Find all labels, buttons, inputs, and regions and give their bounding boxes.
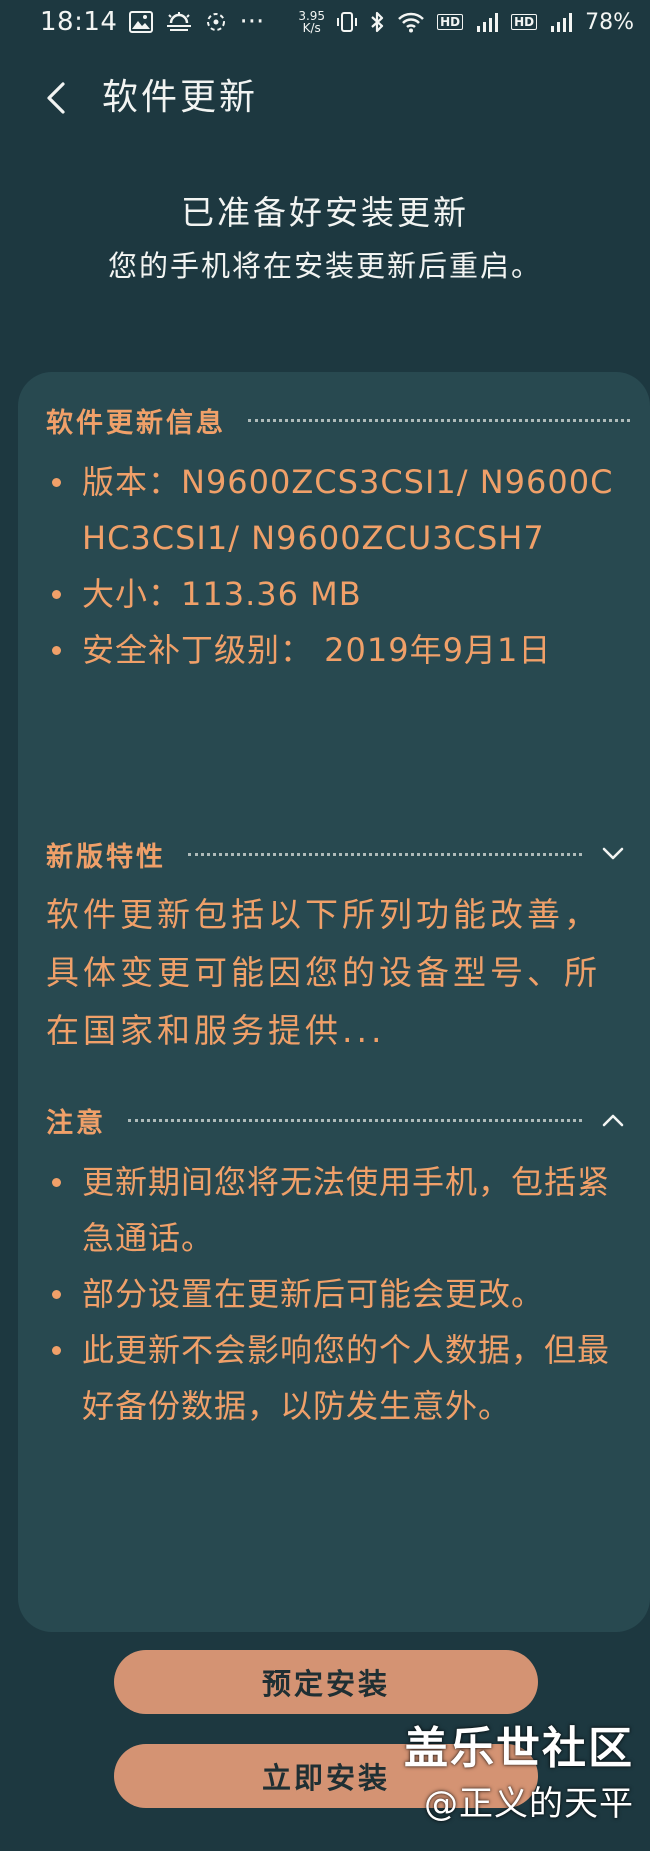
- app-bar: 软件更新: [0, 68, 650, 128]
- dotted-divider: [188, 852, 582, 856]
- signal-4g-icon-2: [549, 11, 573, 33]
- bullet-icon: [52, 590, 61, 599]
- bullet-icon: [52, 1346, 61, 1355]
- notice-section-title: 注意: [46, 1107, 106, 1139]
- info-section-title: 软件更新信息: [46, 407, 226, 439]
- features-section-title: 新版特性: [46, 841, 166, 873]
- list-item: 部分设置在更新后可能会更改。: [46, 1266, 630, 1322]
- hd-voice-badge-2: HD: [511, 14, 538, 30]
- status-time: 18:14: [40, 7, 118, 37]
- network-speed-unit: K/s: [302, 21, 321, 35]
- hd-voice-badge: HD: [437, 14, 464, 30]
- battery-level: 78%: [585, 9, 634, 35]
- back-button[interactable]: [34, 72, 78, 124]
- status-bar: 18:14 ··· 3.95 K/s HD HD 78%: [0, 0, 650, 44]
- bullet-icon: [52, 646, 61, 655]
- update-details-card: 软件更新信息 版本：N9600ZCS3CSI1/ N9600CHC3CSI1/ …: [18, 372, 650, 1632]
- restart-notice: 您的手机将在安装更新后重启。: [107, 249, 542, 283]
- page-title: 软件更新: [102, 77, 259, 118]
- list-item-version: 版本：N9600ZCS3CSI1/ N9600CHC3CSI1/ N9600ZC…: [46, 454, 630, 566]
- features-description: 软件更新包括以下所列功能改善，具体变更可能因您的设备型号、所在国家和服务提供..…: [46, 895, 601, 1050]
- install-now-button[interactable]: 立即安装: [114, 1744, 538, 1808]
- update-ready-header: 已准备好安装更新 您的手机将在安装更新后重启。: [0, 190, 650, 286]
- back-arrow-icon: [47, 82, 65, 114]
- list-item-size: 大小：113.36 MB: [46, 566, 630, 622]
- update-ready-title: 已准备好安装更新: [181, 193, 469, 232]
- wifi-icon: [397, 11, 425, 33]
- list-item-security-patch: 安全补丁级别： 2019年9月1日: [46, 622, 630, 678]
- info-list: 版本：N9600ZCS3CSI1/ N9600CHC3CSI1/ N9600ZC…: [46, 454, 630, 678]
- signal-4g-icon: [475, 11, 499, 33]
- vibrate-icon: [337, 11, 358, 33]
- more-notifications-icon: ···: [239, 7, 265, 37]
- notice-list: 更新期间您将无法使用手机，包括紧急通话。 部分设置在更新后可能会更改。 此更新不…: [46, 1154, 630, 1434]
- status-bar-right: 3.95 K/s HD HD 78%: [298, 10, 634, 35]
- dotted-divider: [128, 1118, 582, 1122]
- chevron-down-icon[interactable]: [596, 837, 630, 871]
- features-section-header[interactable]: 新版特性: [46, 832, 630, 876]
- bullet-icon: [52, 1290, 61, 1299]
- status-bar-left: 18:14 ···: [40, 7, 264, 37]
- info-section-header: 软件更新信息: [46, 398, 630, 442]
- network-speed: 3.95 K/s: [298, 10, 325, 34]
- weather-icon: [165, 11, 193, 33]
- schedule-install-button[interactable]: 预定安装: [114, 1650, 538, 1714]
- sync-icon: [205, 11, 227, 33]
- bullet-icon: [52, 1178, 61, 1187]
- list-item: 此更新不会影响您的个人数据，但最好备份数据，以防发生意外。: [46, 1322, 630, 1434]
- notice-section-header[interactable]: 注意: [46, 1098, 630, 1142]
- bullet-icon: [52, 478, 61, 487]
- dotted-divider: [248, 418, 630, 422]
- chevron-up-icon[interactable]: [596, 1103, 630, 1137]
- bluetooth-icon: [369, 10, 385, 34]
- list-item: 更新期间您将无法使用手机，包括紧急通话。: [46, 1154, 630, 1266]
- gallery-icon: [129, 11, 154, 33]
